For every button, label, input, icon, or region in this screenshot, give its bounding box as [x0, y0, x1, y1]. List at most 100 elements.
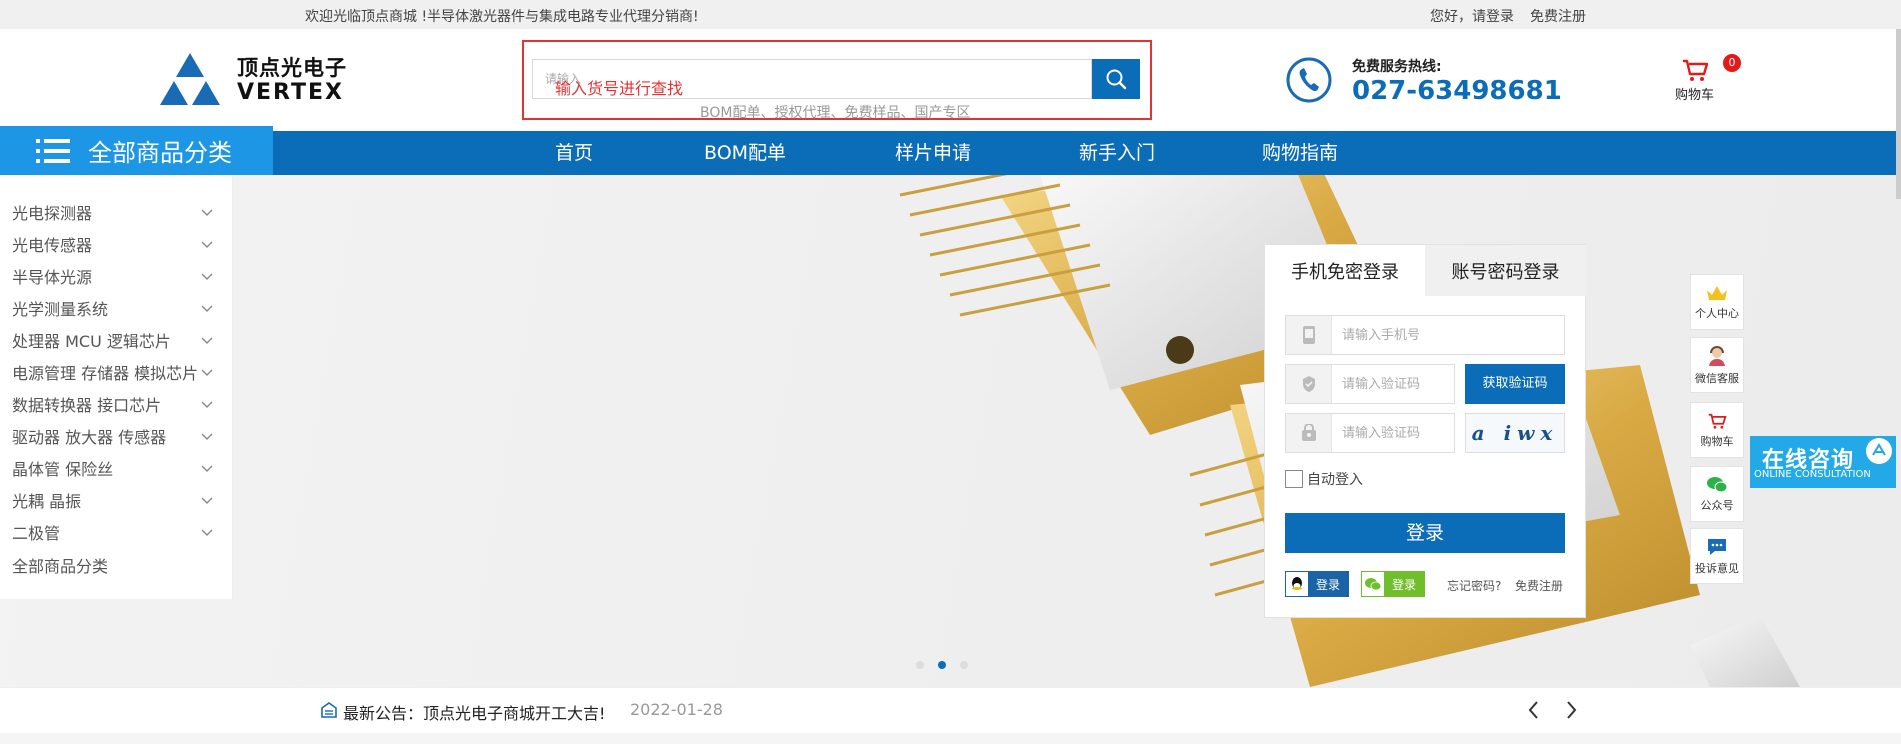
chevron-down-icon: [201, 273, 213, 280]
category-label: 光耦 晶振: [12, 492, 82, 511]
qq-icon: [1286, 572, 1308, 596]
search-input[interactable]: [532, 59, 1092, 99]
cart-icon: [1708, 413, 1727, 429]
category-item[interactable]: 光电传感器: [12, 231, 222, 257]
category-label: 光电传感器: [12, 236, 93, 255]
category-item[interactable]: 二极管: [12, 519, 222, 545]
tool-label: 公众号: [1700, 498, 1734, 512]
carousel-dot-active[interactable]: [938, 661, 946, 669]
tool-user-center[interactable]: 个人中心: [1690, 274, 1744, 330]
wechat-login-label: 登录: [1391, 577, 1416, 592]
forgot-password-link[interactable]: 忘记密码?: [1447, 577, 1501, 594]
carousel-dot[interactable]: [960, 661, 968, 669]
get-code-button[interactable]: 获取验证码: [1465, 364, 1565, 404]
tool-wechat-service[interactable]: 微信客服: [1690, 337, 1744, 393]
hotline-label: 免费服务热线:: [1352, 59, 1442, 75]
cart-icon[interactable]: [1680, 57, 1710, 83]
category-item[interactable]: 电源管理 存储器 模拟芯片: [12, 359, 222, 385]
chevron-down-icon: [201, 529, 213, 536]
chevron-down-icon: [201, 433, 213, 440]
category-item[interactable]: 光电探测器: [12, 199, 222, 225]
crown-icon: [1707, 285, 1727, 300]
tool-label: 投诉意见: [1695, 561, 1739, 575]
category-item[interactable]: 处理器 MCU 逻辑芯片: [12, 327, 222, 353]
phone-field: [1285, 315, 1565, 355]
login-button[interactable]: 登录: [1285, 513, 1565, 553]
sms-code-input[interactable]: [1332, 365, 1454, 403]
search-icon: [1106, 69, 1127, 90]
tool-wechat-official[interactable]: 公众号: [1690, 466, 1744, 522]
notice-date: 2022-01-28: [630, 700, 723, 719]
category-item[interactable]: 光学测量系统: [12, 295, 222, 321]
category-item[interactable]: 半导体光源: [12, 263, 222, 289]
category-label: 处理器 MCU 逻辑芯片: [12, 332, 171, 351]
tool-feedback[interactable]: 投诉意见: [1690, 528, 1744, 584]
category-label: 电源管理 存储器 模拟芯片: [12, 364, 199, 383]
mobile-icon: [1286, 316, 1332, 354]
notice-bar: [0, 687, 1901, 733]
wechat-icon: [1707, 476, 1728, 492]
chevron-down-icon: [201, 305, 213, 312]
cart-label[interactable]: 购物车: [1675, 84, 1714, 103]
tab-password-login[interactable]: 账号密码登录: [1425, 245, 1586, 296]
page: 欢迎光临顶点商城 !半导体激光器件与集成电路专业代理分销商! 您好，请登录 免费…: [0, 0, 1901, 744]
wechat-login-button[interactable]: 登录: [1361, 571, 1425, 597]
tool-cart[interactable]: 购物车: [1690, 402, 1744, 458]
category-item[interactable]: 光耦 晶振: [12, 487, 222, 513]
nav-shopping-guide[interactable]: 购物指南: [1262, 131, 1338, 175]
nav-samples[interactable]: 样片申请: [895, 131, 971, 175]
category-item[interactable]: 驱动器 放大器 传感器: [12, 423, 222, 449]
qq-login-button[interactable]: 登录: [1285, 571, 1349, 597]
all-categories-button[interactable]: 全部商品分类: [0, 126, 273, 175]
chevron-right-icon[interactable]: [1562, 699, 1580, 721]
login-link[interactable]: 您好，请登录: [1430, 6, 1514, 26]
register-link[interactable]: 免费注册: [1530, 6, 1586, 26]
tab-phone-login[interactable]: 手机免密登录: [1265, 245, 1425, 296]
category-label: 二极管: [12, 524, 61, 543]
nav-bom[interactable]: BOM配单: [704, 131, 786, 175]
chevron-down-icon: [201, 209, 213, 216]
nav-beginners[interactable]: 新手入门: [1079, 131, 1155, 175]
tool-label: 购物车: [1700, 434, 1734, 448]
category-item-all[interactable]: 全部商品分类: [12, 552, 222, 578]
qq-login-label: 登录: [1315, 577, 1340, 592]
chevron-down-icon: [201, 369, 213, 376]
search-hot-links[interactable]: BOM配单、授权代理、免费样品、国产专区: [700, 102, 970, 122]
hero-banner[interactable]: [0, 175, 1901, 687]
carousel-dots: [916, 661, 968, 669]
logo-icon[interactable]: [158, 51, 222, 107]
auto-login-checkbox[interactable]: 自动登入: [1285, 469, 1363, 489]
page-bottom: [0, 733, 1901, 744]
register-link-panel[interactable]: 免费注册: [1515, 577, 1563, 594]
all-categories-label: 全部商品分类: [88, 139, 232, 167]
phone-input[interactable]: [1332, 316, 1564, 354]
category-label: 晶体管 保险丝: [12, 460, 114, 479]
tool-label: 个人中心: [1695, 306, 1739, 320]
chat-bubble-icon: [1866, 438, 1892, 464]
notice-text[interactable]: 最新公告：顶点光电子商城开工大吉!: [343, 700, 605, 724]
captcha-image[interactable]: a iwx: [1465, 413, 1565, 453]
captcha-input[interactable]: [1332, 414, 1454, 452]
online-consultation-button[interactable]: 在线咨询 ONLINE CONSULTATION: [1750, 436, 1896, 488]
category-label: 驱动器 放大器 传感器: [12, 428, 167, 447]
category-label: 半导体光源: [12, 268, 93, 287]
category-item[interactable]: 晶体管 保险丝: [12, 455, 222, 481]
welcome-text: 欢迎光临顶点商城 !半导体激光器件与集成电路专业代理分销商!: [305, 9, 699, 25]
category-label: 光电探测器: [12, 204, 93, 223]
brand-name: 顶点光电子: [237, 56, 347, 80]
checkbox-box[interactable]: [1285, 470, 1303, 488]
brand-name-en: VERTEX: [237, 80, 345, 105]
consult-subtitle: ONLINE CONSULTATION: [1754, 469, 1871, 480]
hotline-number: 027-63498681: [1352, 76, 1562, 106]
announcement-icon: [321, 702, 337, 718]
search-button[interactable]: [1092, 59, 1140, 99]
sms-code-field: [1285, 364, 1455, 404]
vertical-scrollbar[interactable]: [1896, 29, 1901, 199]
chevron-down-icon: [201, 465, 213, 472]
category-item[interactable]: 数据转换器 接口芯片: [12, 391, 222, 417]
nav-home[interactable]: 首页: [555, 131, 593, 175]
chevron-left-icon[interactable]: [1525, 699, 1543, 721]
cart-count-badge: 0: [1723, 54, 1741, 72]
carousel-dot[interactable]: [916, 661, 924, 669]
service-agent-icon: [1709, 345, 1725, 366]
